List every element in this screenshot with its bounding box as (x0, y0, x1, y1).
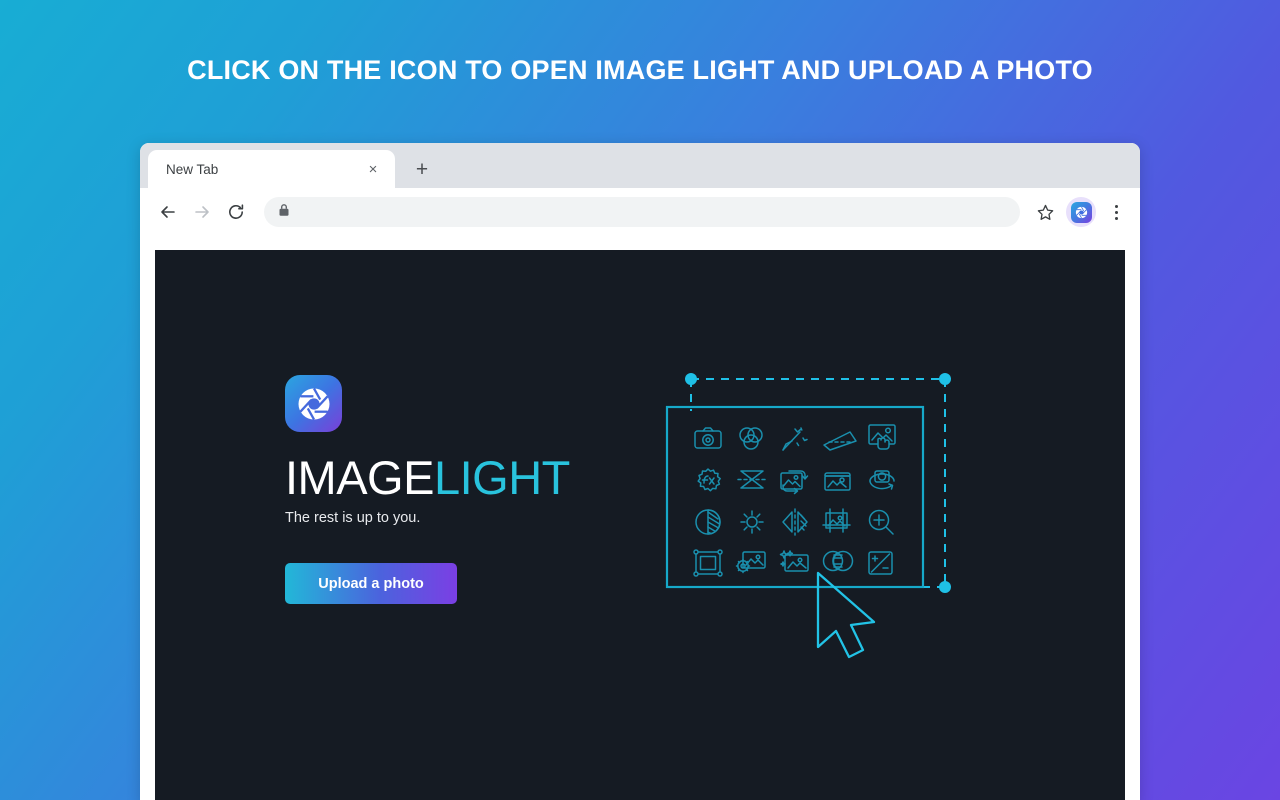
mirror-horizontal-icon (782, 508, 808, 536)
reload-button[interactable] (220, 196, 252, 228)
perspective-skew-icon (823, 431, 857, 451)
wordmark-primary: IMAGE (285, 451, 434, 504)
wordmark-secondary: LIGHT (433, 451, 570, 504)
browser-window: New Tab × + IMAGELIGHT The rest is up to… (140, 143, 1140, 800)
browser-toolbar (140, 188, 1140, 236)
blend-opacity-icon (822, 550, 854, 572)
tab-title: New Tab (166, 161, 219, 177)
frame-border-icon (693, 549, 723, 577)
imagelight-extension-icon (1070, 201, 1092, 223)
menu-dot (1114, 210, 1118, 214)
mouse-cursor-icon (816, 571, 876, 659)
page-viewport: IMAGELIGHT The rest is up to you. Upload… (140, 236, 1140, 800)
menu-dot (1114, 216, 1118, 220)
forward-button[interactable] (186, 196, 218, 228)
camera-rotate-icon (869, 470, 895, 490)
menu-dot (1114, 204, 1118, 208)
photo-album-icon (824, 472, 851, 491)
imagelight-extension-button[interactable] (1066, 197, 1096, 227)
contrast-icon (695, 509, 721, 535)
address-bar[interactable] (264, 197, 1020, 227)
exposure-icon (868, 551, 893, 575)
camera-icon (694, 427, 722, 449)
app-tagline: The rest is up to you. (285, 510, 421, 526)
fx-badge-icon (697, 468, 721, 492)
star-icon[interactable] (1030, 197, 1060, 227)
imagelight-app: IMAGELIGHT The rest is up to you. Upload… (155, 250, 1125, 800)
app-wordmark: IMAGELIGHT (285, 454, 570, 501)
magic-wand-icon (782, 427, 808, 451)
selection-handle (685, 373, 697, 385)
icon-panel-border (665, 405, 925, 589)
upload-photo-button[interactable]: Upload a photo (285, 563, 457, 604)
brightness-icon (740, 510, 764, 534)
selection-handle (939, 581, 951, 593)
back-button[interactable] (152, 196, 184, 228)
selection-frame (690, 378, 946, 588)
camera-shutter-icon (285, 375, 342, 432)
tab-strip: New Tab × + (140, 143, 1140, 188)
image-settings-icon (735, 551, 766, 574)
app-branding-block: IMAGELIGHT The rest is up to you. Upload… (285, 375, 570, 604)
color-channels-icon (739, 427, 763, 450)
editor-illustration (665, 365, 965, 675)
close-icon[interactable]: × (363, 159, 383, 179)
tab-new-tab[interactable]: New Tab × (148, 150, 395, 188)
flip-vertical-icon (737, 470, 767, 489)
image-rotate-icon (780, 470, 809, 495)
image-enhance-icon (779, 550, 809, 572)
three-dot-menu-icon[interactable] (1102, 197, 1130, 227)
crop-image-icon (822, 508, 851, 533)
new-tab-button[interactable]: + (407, 154, 437, 184)
lock-icon (278, 203, 290, 222)
page-title: CLICK ON THE ICON TO OPEN IMAGE LIGHT AN… (187, 55, 1093, 85)
touch-image-icon (868, 424, 896, 450)
selection-handle (939, 373, 951, 385)
zoom-in-icon (868, 509, 894, 535)
